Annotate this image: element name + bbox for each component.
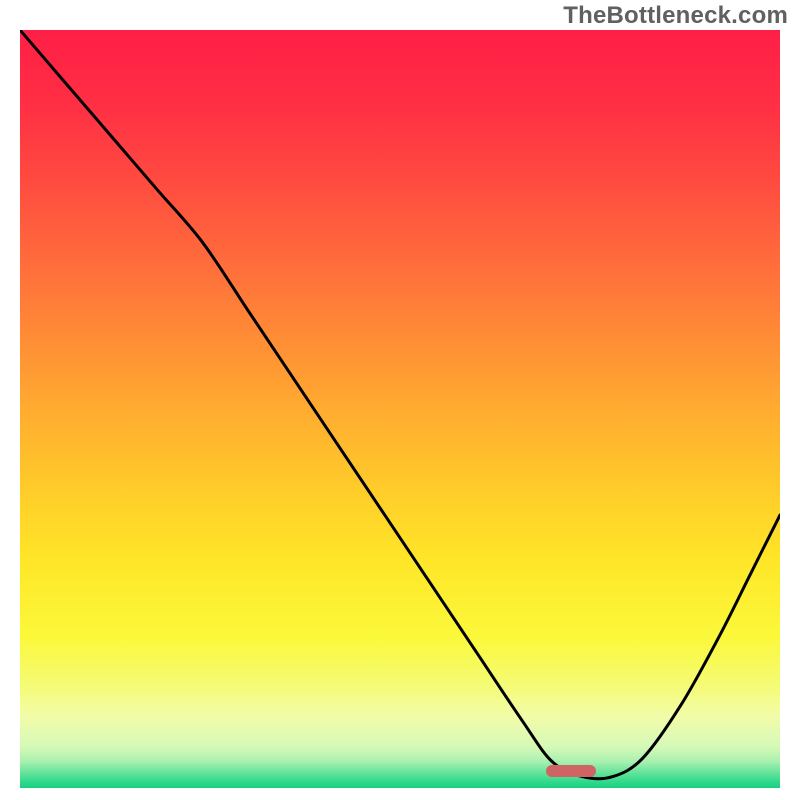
watermark-text: TheBottleneck.com [563, 2, 788, 30]
chart-stage: TheBottleneck.com [0, 0, 800, 800]
plot-area [20, 30, 780, 788]
curve-layer [20, 30, 780, 788]
bottleneck-curve [20, 30, 780, 779]
optimum-marker [546, 765, 596, 777]
